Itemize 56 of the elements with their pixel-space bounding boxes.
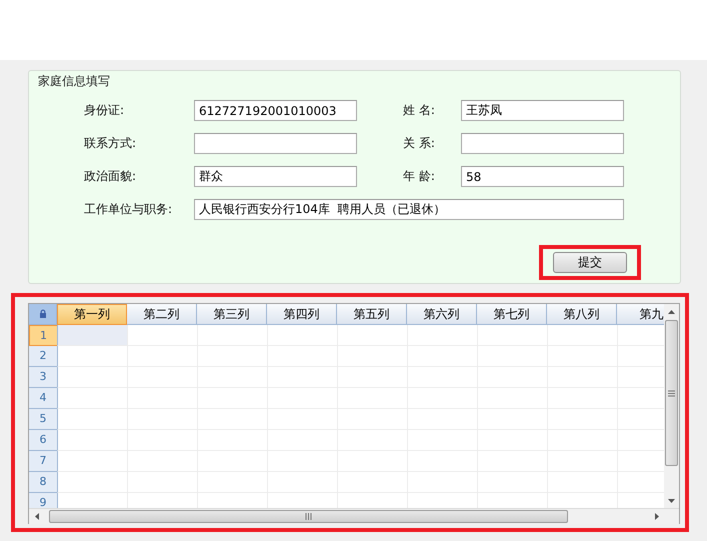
text-field[interactable]: 612727192001010003 [194,100,357,121]
table-cell[interactable] [57,451,127,472]
row-header[interactable]: 6 [29,430,57,451]
field-label: 关 系: [403,135,436,152]
row-header[interactable]: 2 [29,346,57,367]
table-cell[interactable] [477,325,547,346]
selected-cell[interactable] [57,325,127,346]
vertical-scrollbar[interactable] [664,304,679,508]
text-field[interactable]: 群众 [194,166,357,187]
text-field[interactable] [461,133,624,154]
horizontal-scrollbar[interactable] [29,509,664,524]
field-label: 姓 名: [403,102,436,119]
column-header[interactable]: 第二列 [127,304,197,325]
table-cell[interactable] [127,325,197,346]
column-header[interactable]: 第三列 [197,304,267,325]
grip-icon[interactable] [667,390,676,396]
text-field[interactable]: 58 [461,166,624,187]
field-label: 联系方式: [84,135,138,152]
text-field[interactable]: 人民银行西安分行104库 聘用人员（已退休） [194,199,624,220]
row-header[interactable]: 7 [29,451,57,472]
row-header[interactable]: 3 [29,367,57,388]
table-cell[interactable] [267,325,337,346]
column-header[interactable]: 第七列 [477,304,547,325]
table-cell[interactable] [57,388,127,409]
row-header[interactable]: 1 [29,325,57,346]
field-label: 年 龄: [403,168,436,185]
corner-cell[interactable] [29,304,57,325]
table-cell[interactable] [57,409,127,430]
table-cell[interactable] [57,430,127,451]
column-header[interactable]: 第一列 [57,304,127,325]
table-cell[interactable] [407,325,477,346]
column-header[interactable]: 第九 [617,304,664,325]
field-label: 政治面貌: [84,168,138,185]
grip-icon[interactable] [305,512,312,521]
scroll-thumb[interactable] [49,510,568,523]
field-label: 身份证: [84,102,126,119]
table-cell[interactable] [57,346,127,367]
row-header[interactable]: 8 [29,472,57,493]
column-header[interactable]: 第八列 [547,304,617,325]
table-cell[interactable] [57,367,127,388]
field-label: 工作单位与职务: [84,201,174,218]
scroll-thumb[interactable] [665,320,678,466]
submit-button[interactable]: 提交 [553,252,627,273]
column-header[interactable]: 第五列 [337,304,407,325]
table-cell[interactable] [57,472,127,493]
column-header[interactable]: 第六列 [407,304,477,325]
text-field[interactable] [194,133,357,154]
row-header[interactable]: 5 [29,409,57,430]
text-field[interactable]: 王苏凤 [461,100,624,121]
row-header[interactable]: 9 [29,493,57,508]
table-cell[interactable] [337,325,407,346]
column-header[interactable]: 第四列 [267,304,337,325]
table-cell[interactable] [197,325,267,346]
table-cell[interactable] [547,325,617,346]
lock-icon[interactable] [38,309,46,319]
row-header[interactable]: 4 [29,388,57,409]
